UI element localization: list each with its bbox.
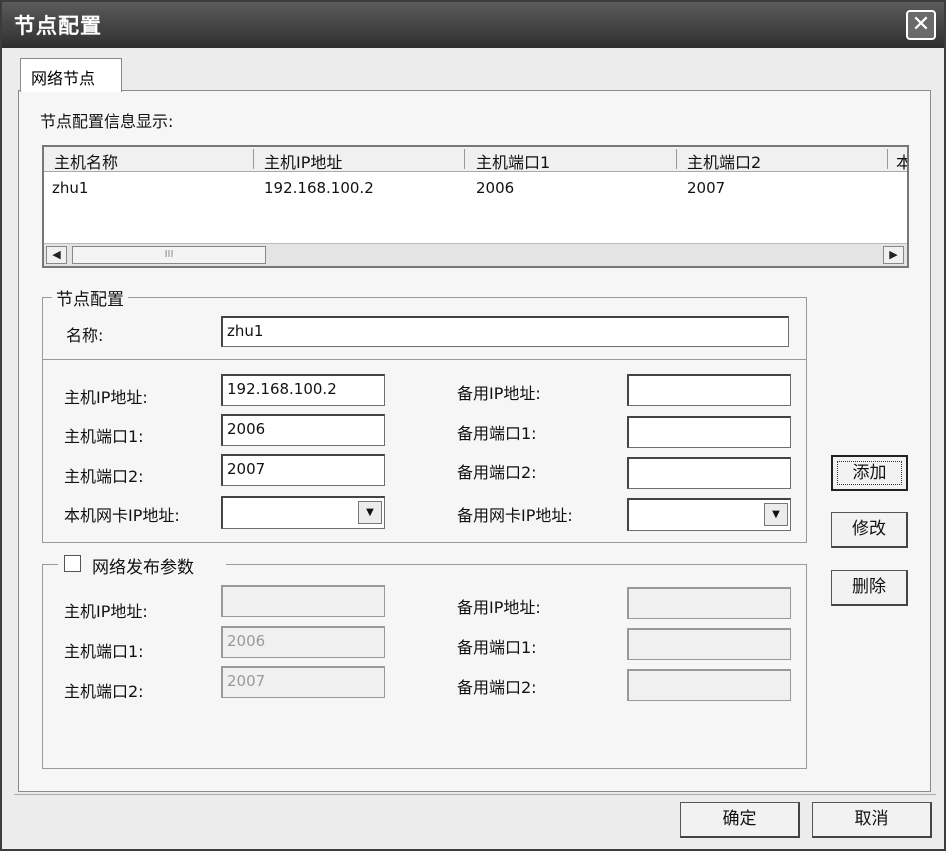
column-header-host-port1[interactable]: 主机端口1 <box>476 149 550 173</box>
backup-nic-ip-select[interactable]: ▼ <box>627 498 791 531</box>
add-button[interactable]: 添加 <box>831 455 908 491</box>
title-bar: 节点配置 ✕ <box>2 2 944 48</box>
chevron-down-icon[interactable]: ▼ <box>764 503 788 526</box>
info-display-label: 节点配置信息显示: <box>40 112 174 131</box>
host-port1-input[interactable]: 2006 <box>221 414 385 446</box>
publish-backup-ip-label: 备用IP地址: <box>457 598 541 617</box>
cell-host-name: zhu1 <box>52 179 89 197</box>
backup-port2-label: 备用端口2: <box>457 463 537 482</box>
publish-host-port2-input[interactable]: 2007 <box>221 666 385 698</box>
chevron-down-icon[interactable]: ▼ <box>358 501 382 524</box>
cell-host-port1: 2006 <box>476 179 515 197</box>
window-title: 节点配置 <box>14 14 102 38</box>
host-port2-label: 主机端口2: <box>64 467 144 486</box>
network-publish-label[interactable]: 网络发布参数 <box>92 553 194 578</box>
local-nic-ip-label: 本机网卡IP地址: <box>64 506 180 525</box>
host-ip-label: 主机IP地址: <box>64 388 148 407</box>
network-publish-checkbox[interactable] <box>64 555 81 572</box>
name-input[interactable]: zhu1 <box>221 316 789 347</box>
column-divider[interactable] <box>887 149 888 169</box>
publish-host-port1-label: 主机端口1: <box>64 642 144 661</box>
name-label: 名称: <box>66 326 104 345</box>
backup-ip-input[interactable] <box>627 374 791 406</box>
publish-backup-port2-input[interactable] <box>627 669 791 701</box>
publish-backup-port1-label: 备用端口1: <box>457 638 537 657</box>
close-button[interactable]: ✕ <box>906 10 936 40</box>
footer-divider <box>14 794 936 795</box>
column-divider[interactable] <box>464 149 465 169</box>
local-nic-ip-select[interactable]: ▼ <box>221 496 385 529</box>
horizontal-scrollbar[interactable]: ◀ III ▶ <box>44 243 907 266</box>
scroll-right-icon[interactable]: ▶ <box>883 246 904 264</box>
column-divider[interactable] <box>676 149 677 169</box>
cell-host-port2: 2007 <box>687 179 726 197</box>
backup-port2-input[interactable] <box>627 457 791 489</box>
host-port1-label: 主机端口1: <box>64 427 144 446</box>
tab-network-node[interactable]: 网络节点 <box>20 58 122 92</box>
delete-button[interactable]: 删除 <box>831 570 908 606</box>
publish-backup-ip-input[interactable] <box>627 587 791 619</box>
group-divider <box>42 359 806 360</box>
scroll-left-icon[interactable]: ◀ <box>46 246 67 264</box>
cell-host-ip: 192.168.100.2 <box>264 179 374 197</box>
column-header-host-name[interactable]: 主机名称 <box>54 149 118 173</box>
host-ip-input[interactable]: 192.168.100.2 <box>221 374 385 406</box>
backup-ip-label: 备用IP地址: <box>457 384 541 403</box>
column-header-host-ip[interactable]: 主机IP地址 <box>264 149 342 173</box>
backup-port1-input[interactable] <box>627 416 791 448</box>
focus-indicator <box>837 461 902 485</box>
publish-host-ip-label: 主机IP地址: <box>64 602 148 621</box>
publish-host-ip-input[interactable] <box>221 585 385 617</box>
scroll-thumb[interactable]: III <box>72 246 266 264</box>
cancel-button[interactable]: 取消 <box>812 802 932 838</box>
node-config-dialog: 节点配置 ✕ 网络节点 节点配置信息显示: 主机名称 主机IP地址 主机端口1 … <box>0 0 946 851</box>
list-header: 主机名称 主机IP地址 主机端口1 主机端口2 本 <box>44 147 907 173</box>
publish-backup-port1-input[interactable] <box>627 628 791 660</box>
publish-host-port2-label: 主机端口2: <box>64 682 144 701</box>
backup-nic-ip-label: 备用网卡IP地址: <box>457 506 573 525</box>
column-header-host-port2[interactable]: 主机端口2 <box>687 149 761 173</box>
ok-button[interactable]: 确定 <box>680 802 800 838</box>
node-config-legend: 节点配置 <box>52 285 128 310</box>
publish-backup-port2-label: 备用端口2: <box>457 678 537 697</box>
backup-port1-label: 备用端口1: <box>457 424 537 443</box>
column-header-local[interactable]: 本 <box>896 149 907 173</box>
column-divider[interactable] <box>253 149 254 169</box>
modify-button[interactable]: 修改 <box>831 512 908 548</box>
host-port2-input[interactable]: 2007 <box>221 454 385 486</box>
publish-host-port1-input[interactable]: 2006 <box>221 626 385 658</box>
node-list[interactable]: 主机名称 主机IP地址 主机端口1 主机端口2 本 zhu1 192.168.1… <box>42 145 909 268</box>
